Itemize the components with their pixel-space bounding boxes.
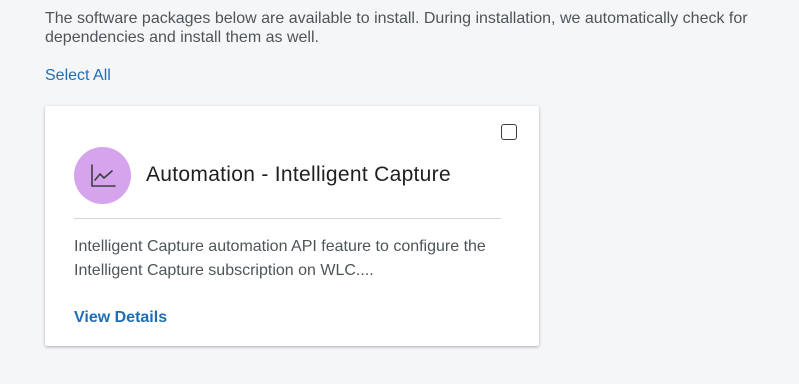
- view-details-link[interactable]: View Details: [74, 308, 167, 328]
- package-card[interactable]: Automation - Intelligent Capture Intelli…: [45, 106, 539, 346]
- package-selection-page: The software packages below are availabl…: [0, 0, 799, 384]
- package-title: Automation - Intelligent Capture: [146, 163, 451, 186]
- package-icon-badge: [74, 147, 131, 204]
- intro-text: The software packages below are availabl…: [45, 10, 748, 46]
- select-all-link[interactable]: Select All: [45, 66, 111, 86]
- package-description: Intelligent Capture automation API featu…: [74, 238, 486, 279]
- card-divider: [74, 218, 501, 219]
- line-chart-icon: [90, 163, 116, 187]
- package-checkbox[interactable]: [501, 124, 517, 140]
